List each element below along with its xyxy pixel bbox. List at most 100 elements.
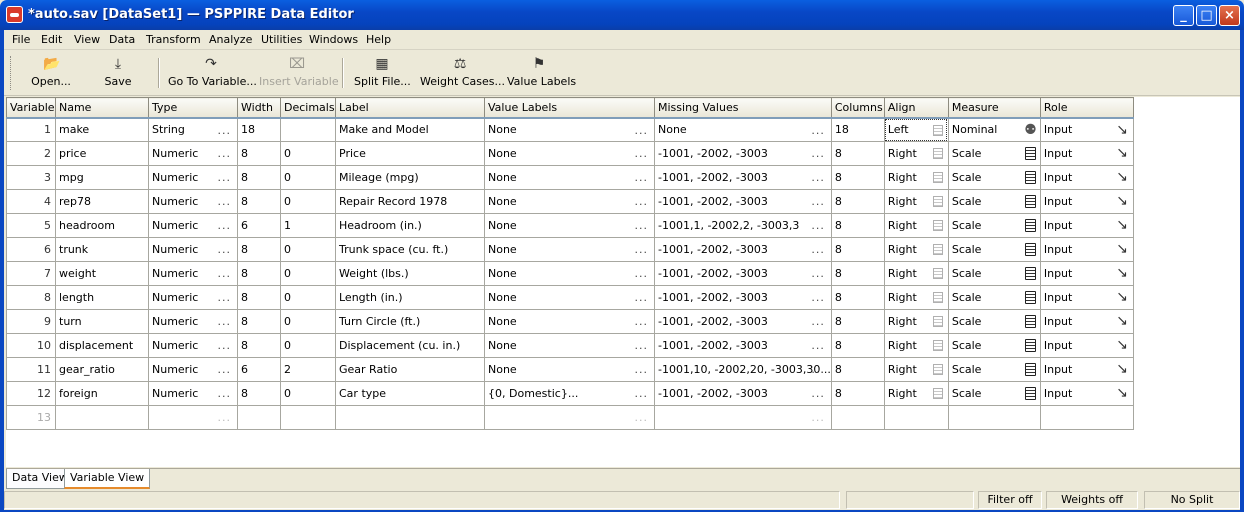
col-header-decimals[interactable]: Decimals bbox=[280, 97, 336, 119]
ellipsis-button[interactable]: ... bbox=[811, 291, 825, 304]
cell-name[interactable]: turn bbox=[55, 309, 149, 334]
ellipsis-button[interactable]: ... bbox=[635, 291, 649, 304]
cell-align[interactable]: Right bbox=[883, 309, 949, 334]
cell-name[interactable]: rep78 bbox=[55, 189, 149, 214]
cell-missing-values[interactable]: -1001, -2002, -3003... bbox=[654, 237, 832, 262]
cell-align[interactable]: Right bbox=[883, 357, 949, 382]
tab-variable-view[interactable]: Variable View bbox=[64, 469, 151, 489]
ellipsis-button[interactable]: ... bbox=[218, 195, 232, 208]
cell-role[interactable]: Input ↘ bbox=[1039, 117, 1134, 142]
cell-type[interactable]: Numeric... bbox=[148, 357, 238, 382]
ellipsis-button[interactable]: ... bbox=[218, 267, 232, 280]
cell-measure[interactable]: Scale bbox=[947, 261, 1041, 286]
cell-align[interactable]: Right bbox=[883, 237, 949, 262]
cell-role[interactable]: Input ↘ bbox=[1039, 381, 1134, 406]
cell-missing-values[interactable]: -1001, -2002, -3003... bbox=[654, 381, 832, 406]
empty-cell-width[interactable] bbox=[237, 405, 281, 430]
cell-name[interactable]: make bbox=[55, 117, 149, 142]
menu-data[interactable]: Data bbox=[109, 33, 135, 46]
ellipsis-button[interactable]: ... bbox=[218, 411, 232, 424]
empty-cell-variable-number[interactable]: 13 bbox=[6, 405, 56, 430]
cell-missing-values[interactable]: -1001, -2002, -3003... bbox=[654, 285, 832, 310]
cell-name[interactable]: gear_ratio bbox=[55, 357, 149, 382]
cell-role[interactable]: Input ↘ bbox=[1039, 141, 1134, 166]
insert-variable-button[interactable]: ⌧ Insert Variable bbox=[259, 50, 339, 94]
cell-columns[interactable]: 8 bbox=[830, 261, 885, 286]
maximize-button[interactable]: □ bbox=[1196, 5, 1217, 26]
close-button[interactable]: × bbox=[1219, 5, 1240, 26]
cell-value-labels[interactable]: None... bbox=[484, 117, 655, 142]
col-header-width[interactable]: Width bbox=[237, 97, 281, 119]
ellipsis-button[interactable]: ... bbox=[218, 219, 232, 232]
empty-cell-align[interactable] bbox=[883, 405, 949, 430]
menu-file[interactable]: File bbox=[12, 33, 30, 46]
cell-measure[interactable]: Scale bbox=[947, 333, 1041, 358]
cell-width[interactable]: 8 bbox=[237, 285, 281, 310]
cell-name[interactable]: foreign bbox=[55, 381, 149, 406]
cell-decimals[interactable]: 1 bbox=[280, 213, 336, 238]
weight-cases-button[interactable]: ⚖ Weight Cases... bbox=[420, 50, 505, 94]
cell-measure[interactable]: Scale bbox=[947, 237, 1041, 262]
col-header-align[interactable]: Align bbox=[883, 97, 949, 119]
ellipsis-button[interactable]: ... bbox=[635, 267, 649, 280]
cell-type[interactable]: Numeric... bbox=[148, 189, 238, 214]
cell-align[interactable]: Right bbox=[883, 213, 949, 238]
col-header-label[interactable]: Label bbox=[335, 97, 485, 119]
split-file-button[interactable]: ▦ Split File... bbox=[354, 50, 411, 94]
cell-name[interactable]: trunk bbox=[55, 237, 149, 262]
ellipsis-button[interactable]: ... bbox=[811, 411, 825, 424]
cell-decimals[interactable]: 2 bbox=[280, 357, 336, 382]
align-dropdown-icon[interactable] bbox=[932, 196, 943, 207]
menu-edit[interactable]: Edit bbox=[41, 33, 62, 46]
cell-decimals[interactable]: 0 bbox=[280, 261, 336, 286]
ellipsis-button[interactable]: ... bbox=[218, 147, 232, 160]
goto-variable-button[interactable]: ↷ Go To Variable... bbox=[168, 50, 257, 94]
ellipsis-button[interactable]: ... bbox=[635, 339, 649, 352]
cell-variable-number[interactable]: 7 bbox=[6, 261, 56, 286]
align-dropdown-icon[interactable] bbox=[932, 388, 943, 399]
cell-label[interactable]: Headroom (in.) bbox=[335, 213, 485, 238]
cell-name[interactable]: headroom bbox=[55, 213, 149, 238]
align-dropdown-icon[interactable] bbox=[932, 364, 943, 375]
cell-type[interactable]: Numeric... bbox=[148, 165, 238, 190]
align-dropdown-icon[interactable] bbox=[932, 340, 943, 351]
menu-transform[interactable]: Transform bbox=[146, 33, 201, 46]
cell-label[interactable]: Price bbox=[335, 141, 485, 166]
cell-variable-number[interactable]: 2 bbox=[6, 141, 56, 166]
cell-columns[interactable]: 8 bbox=[830, 381, 885, 406]
cell-columns[interactable]: 8 bbox=[830, 309, 885, 334]
cell-width[interactable]: 18 bbox=[237, 117, 281, 142]
cell-value-labels[interactable]: None... bbox=[484, 165, 655, 190]
cell-align[interactable]: Right bbox=[883, 285, 949, 310]
cell-label[interactable]: Make and Model bbox=[335, 117, 485, 142]
ellipsis-button[interactable]: ... bbox=[635, 243, 649, 256]
ellipsis-button[interactable]: ... bbox=[811, 124, 825, 137]
cell-value-labels[interactable]: None... bbox=[484, 285, 655, 310]
cell-value-labels[interactable]: None... bbox=[484, 357, 655, 382]
cell-decimals[interactable]: 0 bbox=[280, 189, 336, 214]
cell-width[interactable]: 6 bbox=[237, 213, 281, 238]
cell-missing-values[interactable]: -1001, -2002, -3003... bbox=[654, 261, 832, 286]
empty-cell-type[interactable]: ... bbox=[148, 405, 238, 430]
empty-cell-value-labels[interactable]: ... bbox=[484, 405, 655, 430]
cell-role[interactable]: Input ↘ bbox=[1039, 189, 1134, 214]
cell-columns[interactable]: 8 bbox=[830, 237, 885, 262]
cell-width[interactable]: 6 bbox=[237, 357, 281, 382]
cell-columns[interactable]: 8 bbox=[830, 333, 885, 358]
cell-type[interactable]: Numeric... bbox=[148, 213, 238, 238]
cell-decimals[interactable] bbox=[280, 117, 336, 142]
cell-role[interactable]: Input ↘ bbox=[1039, 357, 1134, 382]
empty-cell-columns[interactable] bbox=[830, 405, 885, 430]
cell-missing-values[interactable]: -1001, -2002, -3003... bbox=[654, 165, 832, 190]
cell-variable-number[interactable]: 1 bbox=[6, 117, 56, 142]
cell-width[interactable]: 8 bbox=[237, 141, 281, 166]
cell-label[interactable]: Car type bbox=[335, 381, 485, 406]
ellipsis-button[interactable]: ... bbox=[635, 124, 649, 137]
empty-cell-measure[interactable] bbox=[947, 405, 1041, 430]
ellipsis-button[interactable]: ... bbox=[811, 219, 825, 232]
ellipsis-button[interactable]: ... bbox=[811, 195, 825, 208]
cell-decimals[interactable]: 0 bbox=[280, 165, 336, 190]
cell-variable-number[interactable]: 4 bbox=[6, 189, 56, 214]
cell-label[interactable]: Weight (lbs.) bbox=[335, 261, 485, 286]
ellipsis-button[interactable]: ... bbox=[635, 411, 649, 424]
